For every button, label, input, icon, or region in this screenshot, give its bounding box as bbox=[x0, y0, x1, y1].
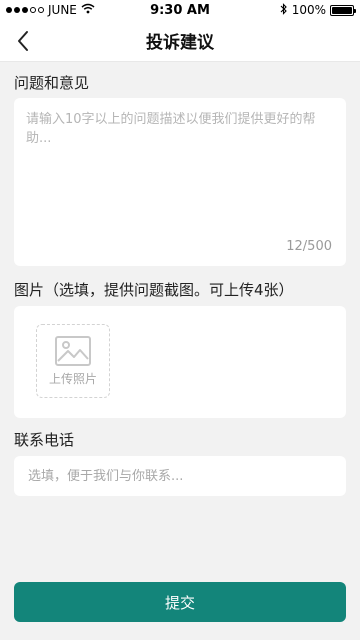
carrier-name: JUNE bbox=[48, 3, 77, 17]
images-card: 上传照片 bbox=[14, 306, 346, 418]
back-button[interactable] bbox=[10, 28, 36, 54]
contact-card bbox=[14, 456, 346, 496]
status-left: JUNE bbox=[6, 3, 95, 17]
page-title: 投诉建议 bbox=[146, 33, 214, 53]
images-label: 图片（选填，提供问题截图。可上传4张） bbox=[14, 281, 294, 299]
battery-icon bbox=[330, 4, 356, 16]
char-counter: 12/500 bbox=[286, 239, 332, 254]
wifi-icon bbox=[81, 3, 95, 17]
upload-photo-label: 上传照片 bbox=[48, 371, 97, 386]
bluetooth-icon bbox=[280, 2, 288, 18]
signal-icon bbox=[6, 7, 44, 13]
status-bar: JUNE 9:30 AM 100% bbox=[0, 0, 360, 20]
submit-button[interactable]: 提交 bbox=[14, 582, 346, 622]
chevron-left-icon bbox=[18, 31, 28, 51]
problem-card: 12/500 bbox=[14, 98, 346, 266]
status-right: 100% bbox=[280, 2, 356, 18]
upload-photo-button[interactable]: 上传照片 bbox=[36, 324, 110, 398]
image-icon bbox=[55, 335, 91, 366]
problem-label: 问题和意见 bbox=[14, 74, 90, 92]
phone-input[interactable] bbox=[14, 456, 346, 496]
nav-bar: 投诉建议 bbox=[0, 20, 360, 62]
battery-percent: 100% bbox=[291, 3, 326, 17]
contact-label: 联系电话 bbox=[14, 431, 75, 449]
